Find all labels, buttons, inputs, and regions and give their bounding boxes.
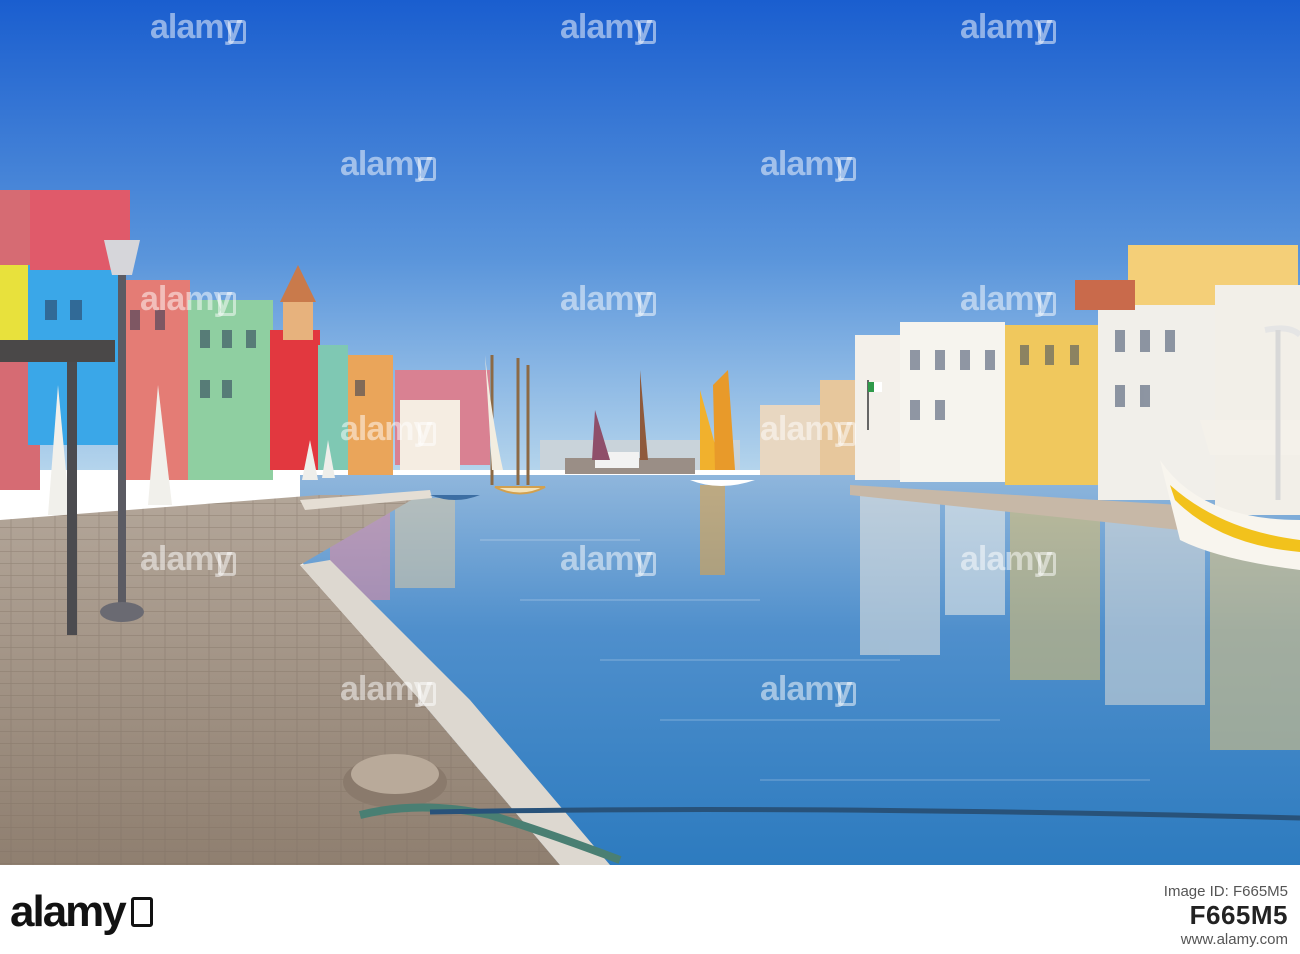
watermark-badge-icon (838, 682, 856, 706)
watermark-badge-icon (838, 157, 856, 181)
watermark-badge-icon (1038, 292, 1056, 316)
watermark-badge-icon (218, 552, 236, 576)
watermark-badge-icon (638, 552, 656, 576)
watermark-badge-icon (638, 292, 656, 316)
watermark-badge-icon (1038, 552, 1056, 576)
watermark-badge-icon (418, 682, 436, 706)
site-url[interactable]: www.alamy.com (1164, 931, 1288, 948)
brand-logo[interactable]: alamy (10, 887, 153, 937)
brand-wordmark: alamy (10, 887, 127, 936)
photo-illustration (0, 0, 1300, 865)
canal-photo: alamy alamy alamy alamy alamy alamy alam… (0, 0, 1300, 865)
stock-footer-bar: alamy Image ID: F665M5 F665M5 www.alamy.… (0, 865, 1300, 954)
brand-badge-icon (130, 897, 153, 927)
watermark-badge-icon (838, 422, 856, 446)
watermark-badge-icon (228, 20, 246, 44)
image-id-label: Image ID: F665M5 (1163, 883, 1288, 900)
watermark-badge-icon (218, 292, 236, 316)
watermark-badge-icon (418, 157, 436, 181)
image-id: F665M5 (1189, 900, 1288, 930)
image-info: Image ID: F665M5 F665M5 www.alamy.com (1164, 883, 1288, 948)
watermark-badge-icon (418, 422, 436, 446)
watermark-badge-icon (1038, 20, 1056, 44)
image-viewer: alamy alamy alamy alamy alamy alamy alam… (0, 0, 1300, 954)
watermark-badge-icon (638, 20, 656, 44)
